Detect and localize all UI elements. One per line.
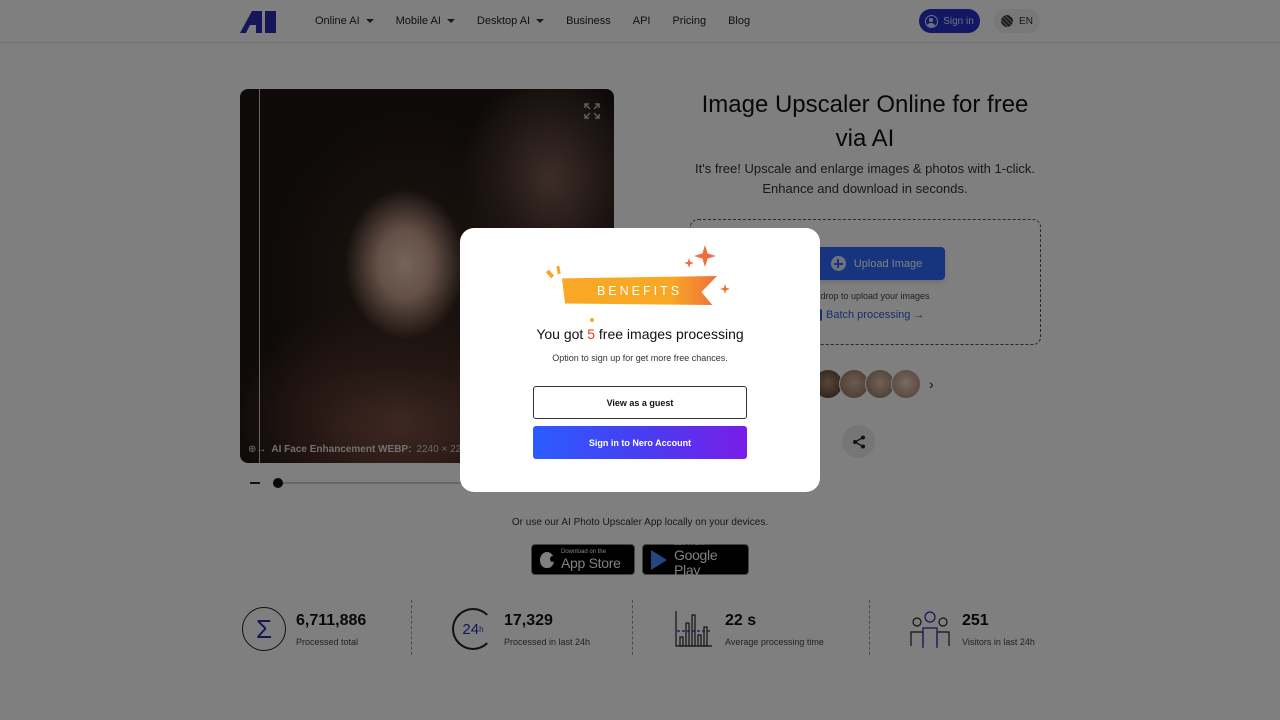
confetti-icon bbox=[545, 269, 555, 279]
benefits-banner: BENEFITS bbox=[542, 240, 742, 322]
benefits-modal: BENEFITS You got 5 free images processin… bbox=[460, 228, 820, 492]
benefits-ribbon: BENEFITS bbox=[562, 276, 717, 305]
sparkle-icon bbox=[684, 258, 694, 268]
sparkle-icon bbox=[720, 284, 730, 294]
title-text: You got bbox=[536, 326, 588, 342]
free-count: 5 bbox=[587, 326, 596, 342]
modal-subtitle: Option to sign up for get more free chan… bbox=[552, 353, 728, 363]
view-as-guest-button[interactable]: View as a guest bbox=[533, 386, 747, 419]
confetti-icon bbox=[556, 265, 561, 275]
sparkle-icon bbox=[694, 245, 716, 267]
sign-in-nero-button[interactable]: Sign in to Nero Account bbox=[533, 426, 747, 459]
modal-title: You got 5 free images processing bbox=[460, 326, 820, 342]
confetti-icon bbox=[590, 318, 594, 322]
title-text: free images processing bbox=[595, 326, 744, 342]
